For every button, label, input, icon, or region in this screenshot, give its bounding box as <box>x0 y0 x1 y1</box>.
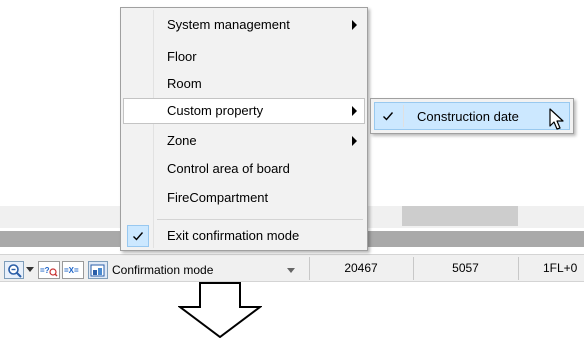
menu-separator <box>157 219 363 220</box>
checkmark-icon <box>378 107 398 125</box>
menu-item-exit-confirmation-mode[interactable]: Exit confirmation mode <box>123 223 365 249</box>
status-bar: =? =X= Confirmation mode 20467 5057 1FL+… <box>0 254 584 282</box>
submenu-arrow-icon <box>352 136 357 146</box>
status-field-floor: 1FL+0 <box>518 257 584 280</box>
zoom-icon[interactable] <box>4 261 24 279</box>
menu-item-label: Control area of board <box>167 161 290 176</box>
menu-item-room[interactable]: Room <box>123 71 365 97</box>
menu-item-floor[interactable]: Floor <box>123 44 365 70</box>
cross-icon[interactable]: =X= <box>62 261 84 279</box>
horizontal-scrollbar-thumb[interactable] <box>402 206 518 226</box>
menu-item-label: Custom property <box>167 103 264 118</box>
menu-item-label: FireCompartment <box>167 190 269 205</box>
context-menu: System management Floor Room Custom prop… <box>120 7 368 251</box>
status-field-y: 5057 <box>413 257 517 280</box>
submenu-gutter-divider <box>403 105 404 127</box>
checkmark-icon <box>127 225 149 247</box>
status-field-x: 20467 <box>309 257 412 280</box>
zoom-dropdown-arrow-icon[interactable] <box>26 267 34 272</box>
menu-item-system-management[interactable]: System management <box>123 12 365 38</box>
svg-text:=?: =? <box>40 266 50 275</box>
menu-item-custom-property[interactable]: Custom property <box>123 98 365 124</box>
menu-item-label: System management <box>167 17 290 32</box>
mouse-pointer-icon <box>549 108 564 130</box>
picture-icon[interactable] <box>88 261 108 279</box>
submenu-item-label: Construction date <box>417 109 519 124</box>
menu-item-zone[interactable]: Zone <box>123 128 365 154</box>
custom-property-submenu: Construction date <box>370 98 574 134</box>
svg-text:=X=: =X= <box>64 266 79 275</box>
mode-combo-chevron-down-icon[interactable] <box>287 268 295 273</box>
menu-item-label: Floor <box>167 49 197 64</box>
query-icon[interactable]: =? <box>38 261 60 279</box>
menu-item-firecompartment[interactable]: FireCompartment <box>123 185 365 211</box>
submenu-item-construction-date[interactable]: Construction date <box>374 102 570 130</box>
down-arrow-icon <box>178 282 262 338</box>
menu-item-label: Room <box>167 76 202 91</box>
mode-combo-label[interactable]: Confirmation mode <box>112 263 213 277</box>
menu-item-control-area-of-board[interactable]: Control area of board <box>123 156 365 182</box>
menu-item-label: Exit confirmation mode <box>167 228 300 243</box>
menu-item-label: Zone <box>167 133 197 148</box>
submenu-arrow-icon <box>352 20 357 30</box>
submenu-arrow-icon <box>352 106 357 116</box>
